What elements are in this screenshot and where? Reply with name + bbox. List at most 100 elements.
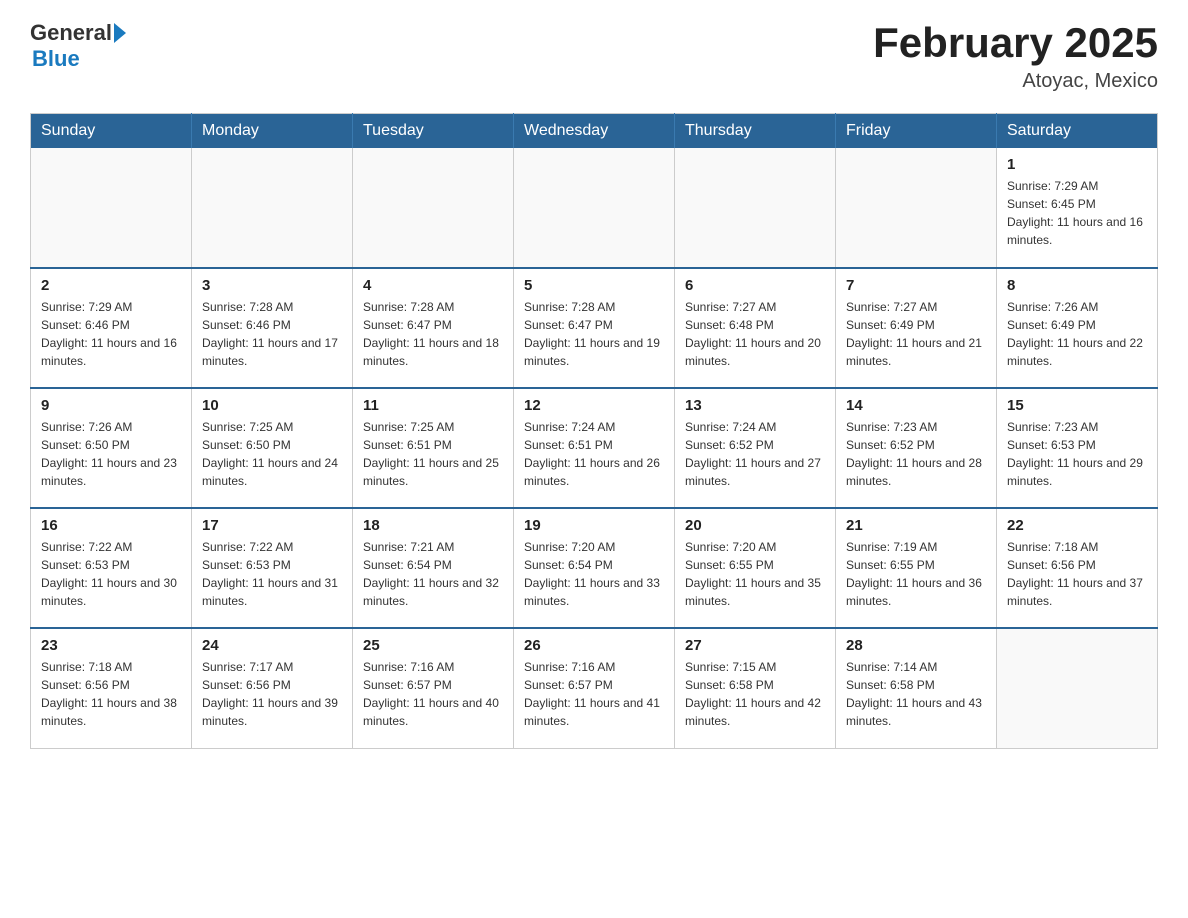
calendar-cell: 28 Sunrise: 7:14 AMSunset: 6:58 PMDayligh…: [836, 628, 997, 748]
calendar-cell: 7 Sunrise: 7:27 AMSunset: 6:49 PMDaylight…: [836, 268, 997, 388]
day-number: 10: [202, 397, 342, 414]
day-number: 24: [202, 637, 342, 654]
day-info: Sunrise: 7:22 AMSunset: 6:53 PMDaylight:…: [202, 538, 342, 610]
calendar-cell: 16 Sunrise: 7:22 AMSunset: 6:53 PMDayligh…: [31, 508, 192, 628]
calendar-cell: 13 Sunrise: 7:24 AMSunset: 6:52 PMDayligh…: [675, 388, 836, 508]
day-number: 12: [524, 397, 664, 414]
month-title: February 2025: [873, 20, 1158, 66]
calendar-cell: 20 Sunrise: 7:20 AMSunset: 6:55 PMDayligh…: [675, 508, 836, 628]
calendar-week-row: 23Sunrise: 7:18 AMSunset: 6:56 PMDayligh…: [31, 628, 1158, 748]
day-number: 25: [363, 637, 503, 654]
day-info: Sunrise: 7:24 AMSunset: 6:52 PMDaylight:…: [685, 418, 825, 490]
calendar-cell: 24 Sunrise: 7:17 AMSunset: 6:56 PMDayligh…: [192, 628, 353, 748]
calendar-cell: [997, 628, 1158, 748]
day-number: 5: [524, 277, 664, 294]
logo-general-text: General: [30, 20, 112, 46]
day-info: Sunrise: 7:29 AMSunset: 6:46 PMDaylight:…: [41, 298, 181, 370]
calendar-cell: 1 Sunrise: 7:29 AMSunset: 6:45 PMDaylight…: [997, 148, 1158, 268]
day-number: 11: [363, 397, 503, 414]
calendar-week-row: 2 Sunrise: 7:29 AMSunset: 6:46 PMDaylight…: [31, 268, 1158, 388]
day-info: Sunrise: 7:27 AMSunset: 6:49 PMDaylight:…: [846, 298, 986, 370]
location: Atoyac, Mexico: [873, 70, 1158, 93]
calendar-cell: [353, 148, 514, 268]
weekday-header-wednesday: Wednesday: [514, 114, 675, 149]
day-number: 28: [846, 637, 986, 654]
weekday-header-monday: Monday: [192, 114, 353, 149]
day-info: Sunrise: 7:25 AMSunset: 6:51 PMDaylight:…: [363, 418, 503, 490]
calendar-week-row: 9Sunrise: 7:26 AMSunset: 6:50 PMDaylight…: [31, 388, 1158, 508]
day-number: 19: [524, 517, 664, 534]
calendar-week-row: 16 Sunrise: 7:22 AMSunset: 6:53 PMDayligh…: [31, 508, 1158, 628]
day-info: Sunrise: 7:20 AMSunset: 6:54 PMDaylight:…: [524, 538, 664, 610]
day-number: 27: [685, 637, 825, 654]
calendar-cell: 17 Sunrise: 7:22 AMSunset: 6:53 PMDayligh…: [192, 508, 353, 628]
day-number: 14: [846, 397, 986, 414]
calendar-cell: 11 Sunrise: 7:25 AMSunset: 6:51 PMDayligh…: [353, 388, 514, 508]
day-number: 20: [685, 517, 825, 534]
calendar-cell: 3 Sunrise: 7:28 AMSunset: 6:46 PMDaylight…: [192, 268, 353, 388]
day-number: 4: [363, 277, 503, 294]
day-number: 6: [685, 277, 825, 294]
title-area: February 2025 Atoyac, Mexico: [873, 20, 1158, 93]
calendar-cell: 22Sunrise: 7:18 AMSunset: 6:56 PMDayligh…: [997, 508, 1158, 628]
day-number: 8: [1007, 277, 1147, 294]
day-info: Sunrise: 7:26 AMSunset: 6:50 PMDaylight:…: [41, 418, 181, 490]
calendar-cell: 23Sunrise: 7:18 AMSunset: 6:56 PMDayligh…: [31, 628, 192, 748]
calendar-cell: 8 Sunrise: 7:26 AMSunset: 6:49 PMDaylight…: [997, 268, 1158, 388]
day-number: 7: [846, 277, 986, 294]
calendar-cell: [514, 148, 675, 268]
day-number: 2: [41, 277, 181, 294]
weekday-header-friday: Friday: [836, 114, 997, 149]
calendar-cell: 2 Sunrise: 7:29 AMSunset: 6:46 PMDaylight…: [31, 268, 192, 388]
calendar-cell: 18Sunrise: 7:21 AMSunset: 6:54 PMDayligh…: [353, 508, 514, 628]
day-info: Sunrise: 7:29 AMSunset: 6:45 PMDaylight:…: [1007, 177, 1147, 249]
day-number: 16: [41, 517, 181, 534]
day-info: Sunrise: 7:22 AMSunset: 6:53 PMDaylight:…: [41, 538, 181, 610]
day-info: Sunrise: 7:16 AMSunset: 6:57 PMDaylight:…: [363, 658, 503, 730]
weekday-header-row: SundayMondayTuesdayWednesdayThursdayFrid…: [31, 114, 1158, 149]
day-info: Sunrise: 7:18 AMSunset: 6:56 PMDaylight:…: [1007, 538, 1147, 610]
day-number: 3: [202, 277, 342, 294]
calendar-cell: [836, 148, 997, 268]
calendar-cell: 25 Sunrise: 7:16 AMSunset: 6:57 PMDayligh…: [353, 628, 514, 748]
day-info: Sunrise: 7:16 AMSunset: 6:57 PMDaylight:…: [524, 658, 664, 730]
page-header: General Blue February 2025 Atoyac, Mexic…: [30, 20, 1158, 93]
day-number: 13: [685, 397, 825, 414]
day-number: 1: [1007, 156, 1147, 173]
weekday-header-thursday: Thursday: [675, 114, 836, 149]
calendar-cell: 10Sunrise: 7:25 AMSunset: 6:50 PMDayligh…: [192, 388, 353, 508]
day-info: Sunrise: 7:26 AMSunset: 6:49 PMDaylight:…: [1007, 298, 1147, 370]
day-info: Sunrise: 7:14 AMSunset: 6:58 PMDaylight:…: [846, 658, 986, 730]
day-info: Sunrise: 7:21 AMSunset: 6:54 PMDaylight:…: [363, 538, 503, 610]
day-number: 26: [524, 637, 664, 654]
day-info: Sunrise: 7:28 AMSunset: 6:46 PMDaylight:…: [202, 298, 342, 370]
day-number: 15: [1007, 397, 1147, 414]
logo-arrow-icon: [114, 23, 126, 43]
day-info: Sunrise: 7:24 AMSunset: 6:51 PMDaylight:…: [524, 418, 664, 490]
calendar-cell: [675, 148, 836, 268]
day-info: Sunrise: 7:28 AMSunset: 6:47 PMDaylight:…: [524, 298, 664, 370]
calendar-cell: 6Sunrise: 7:27 AMSunset: 6:48 PMDaylight…: [675, 268, 836, 388]
calendar-cell: 9Sunrise: 7:26 AMSunset: 6:50 PMDaylight…: [31, 388, 192, 508]
calendar-cell: 12 Sunrise: 7:24 AMSunset: 6:51 PMDayligh…: [514, 388, 675, 508]
calendar-cell: 15 Sunrise: 7:23 AMSunset: 6:53 PMDayligh…: [997, 388, 1158, 508]
calendar-table: SundayMondayTuesdayWednesdayThursdayFrid…: [30, 113, 1158, 749]
calendar-cell: 19 Sunrise: 7:20 AMSunset: 6:54 PMDayligh…: [514, 508, 675, 628]
logo: General Blue: [30, 20, 126, 72]
day-number: 23: [41, 637, 181, 654]
calendar-cell: 26 Sunrise: 7:16 AMSunset: 6:57 PMDayligh…: [514, 628, 675, 748]
calendar-cell: [31, 148, 192, 268]
calendar-cell: 21Sunrise: 7:19 AMSunset: 6:55 PMDayligh…: [836, 508, 997, 628]
weekday-header-tuesday: Tuesday: [353, 114, 514, 149]
day-info: Sunrise: 7:23 AMSunset: 6:53 PMDaylight:…: [1007, 418, 1147, 490]
day-info: Sunrise: 7:15 AMSunset: 6:58 PMDaylight:…: [685, 658, 825, 730]
day-info: Sunrise: 7:20 AMSunset: 6:55 PMDaylight:…: [685, 538, 825, 610]
day-info: Sunrise: 7:17 AMSunset: 6:56 PMDaylight:…: [202, 658, 342, 730]
day-number: 17: [202, 517, 342, 534]
calendar-cell: 27 Sunrise: 7:15 AMSunset: 6:58 PMDayligh…: [675, 628, 836, 748]
day-info: Sunrise: 7:28 AMSunset: 6:47 PMDaylight:…: [363, 298, 503, 370]
calendar-cell: 4 Sunrise: 7:28 AMSunset: 6:47 PMDaylight…: [353, 268, 514, 388]
weekday-header-sunday: Sunday: [31, 114, 192, 149]
day-info: Sunrise: 7:23 AMSunset: 6:52 PMDaylight:…: [846, 418, 986, 490]
weekday-header-saturday: Saturday: [997, 114, 1158, 149]
